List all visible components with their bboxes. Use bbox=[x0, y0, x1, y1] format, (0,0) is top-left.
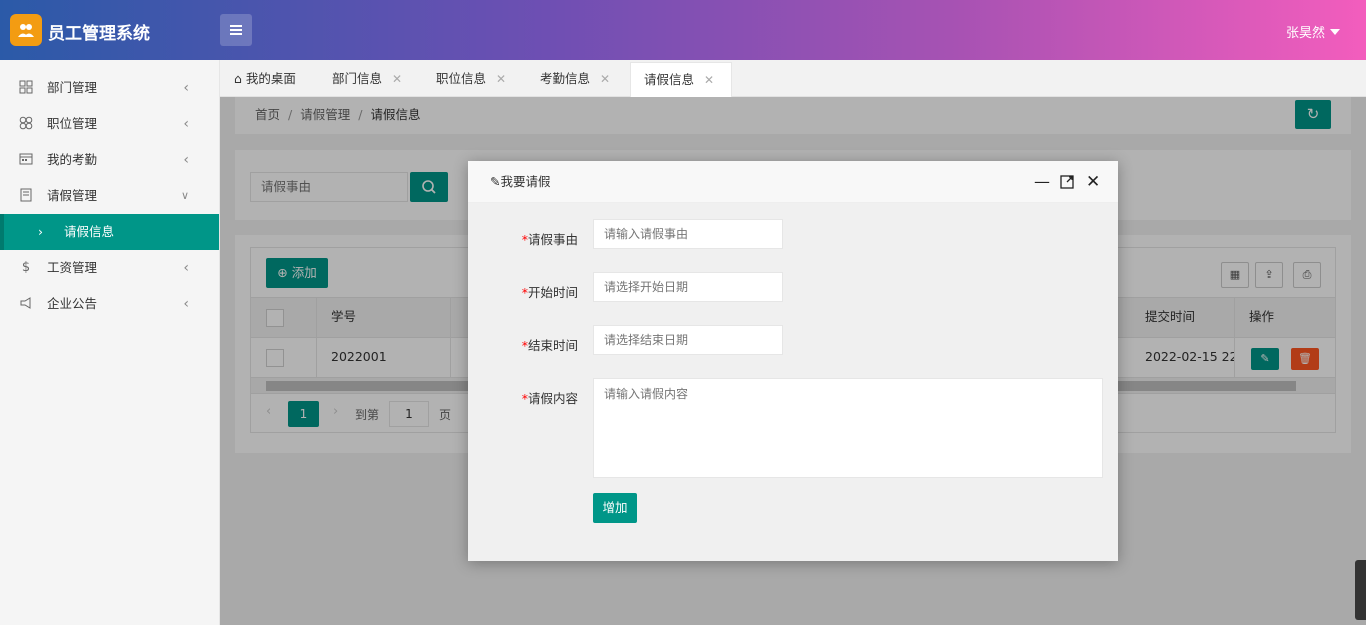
sidebar-item-department[interactable]: 部门管理 ‹ bbox=[0, 70, 219, 106]
reason-input[interactable]: 请输入请假事由 bbox=[593, 219, 783, 249]
sidebar-item-label: 职位管理 bbox=[47, 116, 98, 131]
tab-label: 我的桌面 bbox=[245, 71, 296, 86]
home-icon: ⌂ bbox=[234, 71, 242, 86]
pencil-icon: ✎ bbox=[490, 174, 501, 189]
tab-bar: ⌂ 我的桌面 部门信息 ✕ 职位信息 ✕ 考勤信息 ✕ 请假信息 ✕ bbox=[220, 60, 1366, 97]
field-label: *开始时间 bbox=[498, 282, 578, 301]
sidebar-subitem-leave-info[interactable]: › 请假信息 bbox=[0, 214, 219, 250]
sidebar-item-leave[interactable]: 请假管理 ∨ bbox=[0, 178, 219, 214]
chevron-left-icon: ‹ bbox=[183, 152, 189, 168]
sidebar-item-attendance[interactable]: 我的考勤 ‹ bbox=[0, 142, 219, 178]
minimize-icon[interactable]: — bbox=[1034, 161, 1050, 203]
dollar-icon: $ bbox=[21, 260, 31, 275]
app-title: 员工管理系统 bbox=[48, 24, 150, 44]
maximize-icon[interactable] bbox=[1060, 161, 1074, 203]
tab-leave-info[interactable]: 请假信息 ✕ bbox=[630, 62, 732, 97]
tab-position[interactable]: 职位信息 ✕ bbox=[436, 62, 506, 97]
hamburger-line bbox=[230, 33, 242, 35]
close-icon[interactable]: ✕ bbox=[392, 72, 402, 86]
submit-button[interactable]: 增加 bbox=[593, 493, 637, 523]
user-menu[interactable]: 张昊然 bbox=[1286, 22, 1340, 41]
field-label-text: 结束时间 bbox=[527, 338, 578, 353]
field-label-text: 开始时间 bbox=[527, 285, 578, 300]
top-header: 员工管理系统 张昊然 bbox=[0, 0, 1366, 60]
close-icon[interactable]: ✕ bbox=[1086, 161, 1100, 203]
clover-icon bbox=[18, 116, 34, 132]
sidebar-item-label: 请假信息 bbox=[64, 224, 115, 239]
tab-department[interactable]: 部门信息 ✕ bbox=[332, 62, 402, 97]
user-name: 张昊然 bbox=[1285, 26, 1325, 41]
sidebar-item-label: 部门管理 bbox=[47, 80, 98, 95]
grid-icon bbox=[18, 80, 34, 96]
field-label: *请假事由 bbox=[498, 229, 578, 248]
leave-request-modal: ✎我要请假 — ✕ *请假事由 请输入请假事由 *开始时间 请选择开始日期 *结… bbox=[468, 161, 1118, 561]
close-icon[interactable]: ✕ bbox=[704, 73, 714, 87]
calendar-icon bbox=[18, 152, 34, 168]
field-label-text: 请假事由 bbox=[527, 232, 578, 247]
tab-label: 考勤信息 bbox=[540, 71, 591, 86]
tab-label: 职位信息 bbox=[436, 71, 487, 86]
menu-toggle-button[interactable] bbox=[220, 14, 252, 46]
hamburger-icon bbox=[230, 25, 242, 27]
modal-header: ✎我要请假 — ✕ bbox=[468, 161, 1118, 203]
tab-label: 请假信息 bbox=[644, 72, 695, 87]
sidebar-item-salary[interactable]: $ 工资管理 ‹ bbox=[0, 250, 219, 286]
close-icon[interactable]: ✕ bbox=[600, 72, 610, 86]
chevron-right-icon: › bbox=[38, 224, 43, 239]
logo-icon bbox=[10, 14, 42, 46]
start-date-input[interactable]: 请选择开始日期 bbox=[593, 272, 783, 302]
field-label: *结束时间 bbox=[498, 335, 578, 354]
tab-home[interactable]: ⌂ 我的桌面 bbox=[234, 62, 296, 97]
chevron-left-icon: ‹ bbox=[183, 296, 189, 312]
sidebar-item-label: 请假管理 bbox=[47, 188, 98, 203]
document-icon bbox=[18, 188, 34, 204]
end-date-input[interactable]: 请选择结束日期 bbox=[593, 325, 783, 355]
field-label: *请假内容 bbox=[498, 388, 578, 407]
field-label-text: 请假内容 bbox=[527, 391, 578, 406]
chevron-left-icon: ‹ bbox=[183, 80, 189, 96]
sidebar-item-label: 企业公告 bbox=[47, 296, 98, 311]
hamburger-line bbox=[230, 29, 242, 31]
chevron-left-icon: ‹ bbox=[183, 116, 189, 132]
chevron-left-icon: ‹ bbox=[183, 260, 189, 276]
sidebar-item-label: 工资管理 bbox=[47, 260, 98, 275]
chevron-down-icon: ∨ bbox=[180, 189, 189, 202]
modal-title: 我要请假 bbox=[500, 174, 551, 189]
close-icon[interactable]: ✕ bbox=[496, 72, 506, 86]
content-textarea[interactable]: 请输入请假内容 bbox=[593, 378, 1103, 478]
sidebar-item-position[interactable]: 职位管理 ‹ bbox=[0, 106, 219, 142]
sidebar-item-label: 我的考勤 bbox=[47, 152, 98, 167]
tab-attendance[interactable]: 考勤信息 ✕ bbox=[540, 62, 610, 97]
sidebar: 部门管理 ‹ 职位管理 ‹ 我的考勤 ‹ 请假管理 ∨ › 请假信息 $ 工资管… bbox=[0, 60, 220, 625]
side-scroll-widget[interactable] bbox=[1355, 560, 1366, 620]
tab-label: 部门信息 bbox=[332, 71, 383, 86]
caret-down-icon bbox=[1330, 29, 1340, 35]
sidebar-item-announcement[interactable]: 企业公告 ‹ bbox=[0, 286, 219, 322]
megaphone-icon bbox=[18, 296, 34, 312]
